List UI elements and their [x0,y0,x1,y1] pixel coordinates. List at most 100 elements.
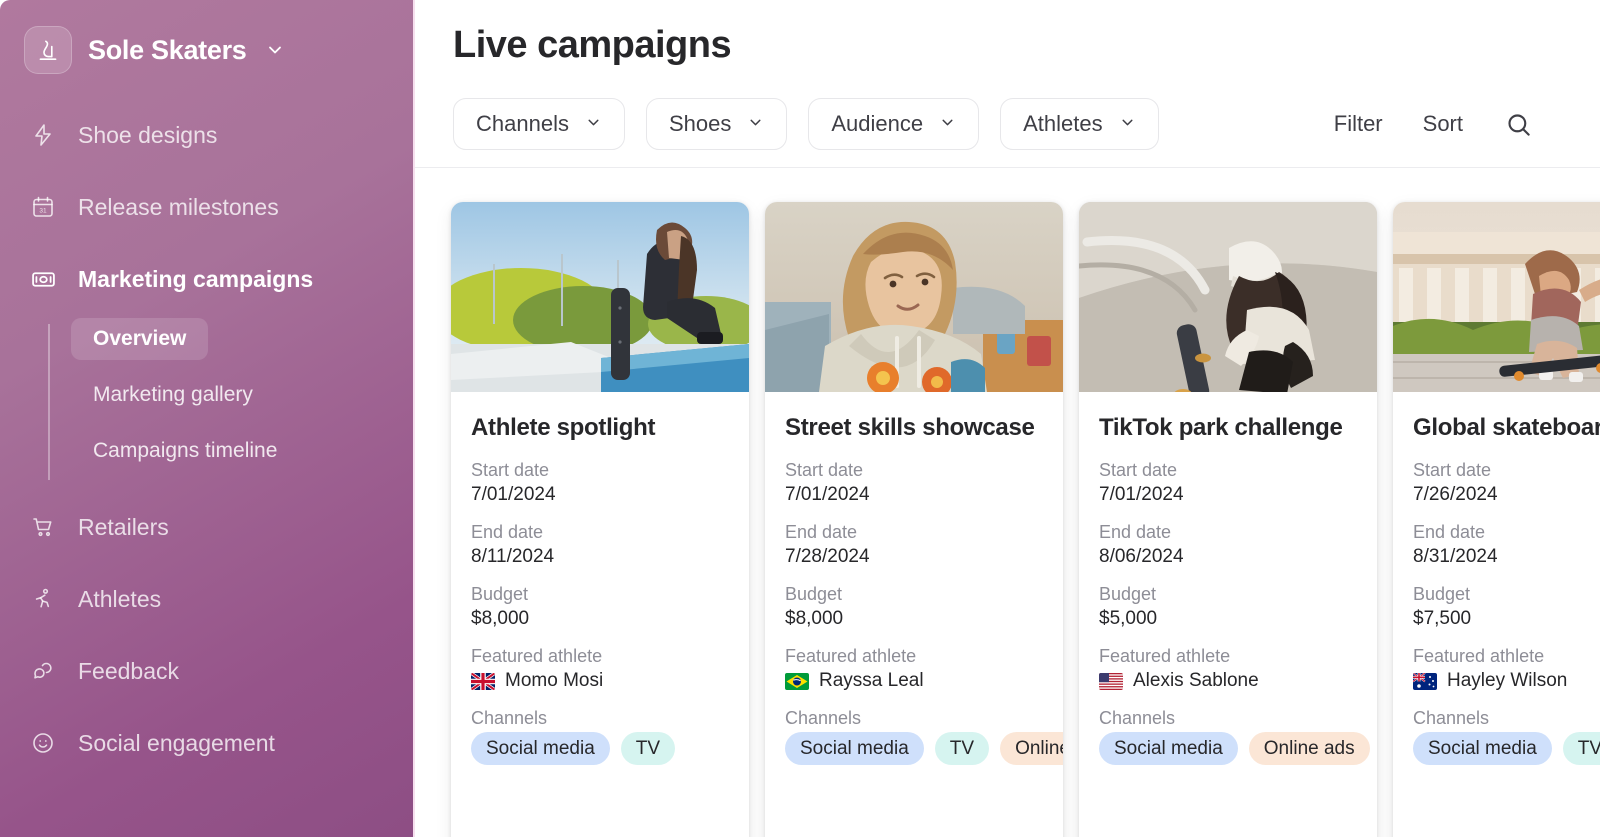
sidebar-subitem-overview[interactable]: Overview [71,318,209,360]
banknote-icon [30,266,56,292]
sidebar-item-retailers[interactable]: Retailers [0,502,415,552]
channel-tag: Online ads [1248,732,1370,765]
sidebar-item-label: Marketing campaigns [78,265,314,292]
athlete-row: Hayley Wilson [1413,670,1600,692]
field-budget: Budget $8,000 [785,584,1043,630]
channel-tag-list: Social media TV [1413,732,1600,765]
athlete-name: Alexis Sablone [1133,670,1259,691]
sidebar-item-label: Shoe designs [78,121,218,148]
field-featured-athlete: Featured athlete Momo Mosi [471,646,729,692]
athlete-row: Momo Mosi [471,670,729,692]
sort-button[interactable]: Sort [1423,111,1463,137]
field-label: Budget [471,584,529,604]
campaign-card[interactable]: Athlete spotlight Start date 7/01/2024 E… [451,202,749,837]
field-value: 8/31/2024 [1413,546,1498,567]
sidebar-item-label: Release milestones [78,193,279,220]
chevron-down-icon[interactable] [265,40,285,60]
field-label: Featured athlete [1413,646,1545,666]
field-budget: Budget $5,000 [1099,584,1357,630]
field-label: Channels [471,708,548,728]
chevron-down-icon [1119,111,1136,137]
sidebar-item-label: Social engagement [78,729,275,756]
shoe-logo-icon [24,26,72,74]
sidebar-item-label: Athletes [78,585,162,612]
field-start-date: Start date 7/26/2024 [1413,460,1600,506]
field-end-date: End date 8/06/2024 [1099,522,1357,568]
sidebar-item-shoe-designs[interactable]: Shoe designs [0,110,415,160]
field-label: End date [471,522,544,542]
search-icon[interactable] [1505,111,1532,138]
channel-tag-list: Social media TV Online ads [785,732,1063,765]
athlete-row: Rayssa Leal [785,670,1043,692]
campaign-card-list: Athlete spotlight Start date 7/01/2024 E… [415,168,1600,837]
chevron-down-icon [939,111,956,137]
campaign-card-image [1079,202,1377,392]
channel-tag: TV [934,732,990,765]
channel-tag: Social media [1099,732,1238,765]
field-channels: Channels Social media TV Online ads [785,708,1063,765]
page-title: Live campaigns [453,24,732,66]
brand-switcher[interactable]: Sole Skaters [0,24,415,76]
filter-label: Channels [476,111,569,136]
sidebar-item-feedback[interactable]: Feedback [0,646,415,696]
field-value: 7/01/2024 [1099,484,1184,505]
campaign-card[interactable]: TikTok park challenge Start date 7/01/20… [1079,202,1377,837]
athlete-row: Alexis Sablone [1099,670,1357,692]
field-featured-athlete: Featured athlete Rayssa Leal [785,646,1043,692]
campaign-title: Street skills showcase [785,414,1035,441]
sidebar-subitem-marketing-gallery[interactable]: Marketing gallery [71,374,275,416]
campaign-title: Athlete spotlight [471,414,656,441]
subnav-row: Campaigns timeline [49,430,415,486]
toolbar: Channels Shoes Audience Athletes Filter … [415,67,1600,153]
athlete-name: Rayssa Leal [819,670,924,691]
field-value: $7,500 [1413,608,1472,629]
subnav-row: Overview [49,318,415,374]
brand-name: Sole Skaters [88,34,247,65]
channel-tag-list: Social media TV [471,732,729,765]
filter-dropdown-channels[interactable]: Channels [453,98,625,150]
sidebar-item-label: Feedback [78,657,180,684]
lightning-bolt-icon [30,122,56,148]
campaign-card-image [451,202,749,392]
sidebar-subitem-campaigns-timeline[interactable]: Campaigns timeline [71,430,299,472]
field-end-date: End date 7/28/2024 [785,522,1043,568]
campaign-title: Global skateboard tour [1413,414,1600,441]
field-value: 7/01/2024 [785,484,870,505]
field-featured-athlete: Featured athlete Alexis Sablone [1099,646,1357,692]
svg-text:31: 31 [39,208,47,215]
filter-label: Audience [831,111,924,136]
filter-dropdown-audience[interactable]: Audience [808,98,980,150]
filter-dropdown-shoes[interactable]: Shoes [645,98,788,150]
filter-button[interactable]: Filter [1334,111,1383,137]
campaign-card-image [765,202,1063,392]
chat-bubbles-icon [30,658,56,684]
sidebar-item-label: Retailers [78,513,169,540]
field-end-date: End date 8/31/2024 [1413,522,1600,568]
flag-brazil-icon [785,672,809,690]
flag-uk-icon [471,672,495,690]
sidebar-item-marketing-campaigns[interactable]: Marketing campaigns [0,254,415,304]
campaign-card-body: Global skateboard tour Start date 7/26/2… [1393,392,1600,797]
field-label: End date [1099,522,1172,542]
field-label: End date [785,522,858,542]
smiley-face-icon [30,730,56,756]
sidebar-item-social-engagement[interactable]: Social engagement [0,718,415,768]
sidebar-item-release-milestones[interactable]: 31 Release milestones [0,182,415,232]
field-start-date: Start date 7/01/2024 [1099,460,1357,506]
chevron-down-icon [747,111,764,137]
sidebar: Sole Skaters Shoe designs 31 Release mil… [0,0,415,837]
app-root: Sole Skaters Shoe designs 31 Release mil… [0,0,1600,837]
sidebar-item-athletes[interactable]: Athletes [0,574,415,624]
campaign-card[interactable]: Global skateboard tour Start date 7/26/2… [1393,202,1600,837]
field-end-date: End date 8/11/2024 [471,522,729,568]
sidebar-nav: Shoe designs 31 Release milestones Marke… [0,110,415,768]
athlete-name: Momo Mosi [505,670,604,691]
campaign-card[interactable]: Street skills showcase Start date 7/01/2… [765,202,1063,837]
field-label: Start date [471,460,550,480]
field-value: 8/06/2024 [1099,546,1184,567]
filter-label: Shoes [668,111,732,136]
field-value: $5,000 [1099,608,1158,629]
filter-dropdown-athletes[interactable]: Athletes [1000,98,1159,150]
channel-tag-list: Social media Online ads [1099,732,1370,765]
field-label: End date [1413,522,1486,542]
